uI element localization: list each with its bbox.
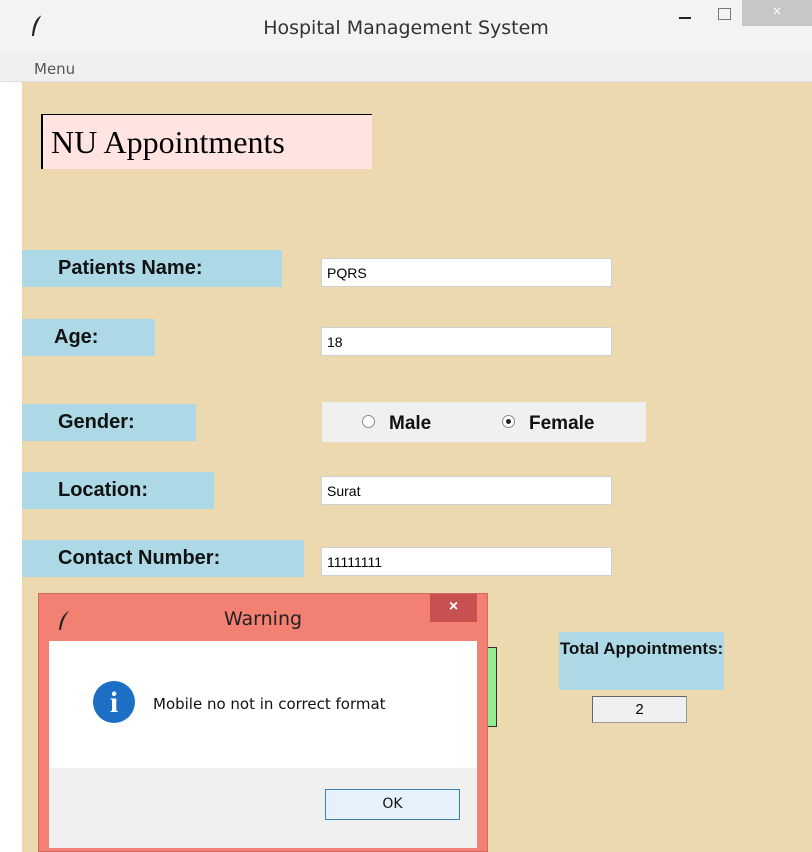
title-bar[interactable]: Hospital Management System ×: [0, 0, 812, 52]
minimize-icon[interactable]: [670, 0, 700, 30]
age-input[interactable]: 18: [321, 327, 612, 356]
maximize-icon[interactable]: [709, 0, 739, 30]
gender-radio-group: Male Female: [322, 402, 646, 442]
dialog-message: Mobile no not in correct format: [153, 695, 386, 713]
contact-number-input[interactable]: 11111111: [321, 547, 612, 576]
info-icon: i: [93, 681, 135, 723]
dialog-title: Warning: [223, 608, 303, 630]
radio-unchecked-icon[interactable]: [362, 415, 375, 429]
dialog-footer: OK: [49, 768, 477, 848]
menu-item-menu[interactable]: Menu: [34, 60, 75, 78]
gender-option-male[interactable]: Male: [362, 413, 431, 435]
patient-name-label: Patients Name:: [22, 250, 282, 287]
total-appointments-value: 2: [592, 696, 687, 723]
menu-bar: Menu: [0, 52, 812, 82]
age-label: Age:: [22, 319, 155, 356]
gender-option-female[interactable]: Female: [502, 413, 594, 435]
contact-number-label: Contact Number:: [22, 540, 304, 577]
submit-button[interactable]: [487, 647, 497, 727]
total-appointments-label: Total Appointments:: [559, 632, 724, 690]
dialog-body: i Mobile no not in correct format: [49, 641, 477, 768]
gender-option-label: Male: [389, 413, 432, 434]
dialog-close-button[interactable]: ×: [430, 594, 477, 622]
gender-label: Gender:: [22, 404, 196, 441]
location-input[interactable]: Surat: [321, 476, 612, 505]
warning-dialog: Warning × i Mobile no not in correct for…: [38, 593, 488, 852]
window-close-button[interactable]: ×: [742, 0, 812, 26]
patient-name-input[interactable]: PQRS: [321, 258, 612, 287]
location-label: Location:: [22, 472, 214, 509]
radio-checked-icon[interactable]: [502, 415, 515, 429]
ok-button[interactable]: OK: [325, 789, 460, 820]
page-title: NU Appointments: [41, 114, 372, 169]
gender-option-label: Female: [529, 413, 595, 434]
